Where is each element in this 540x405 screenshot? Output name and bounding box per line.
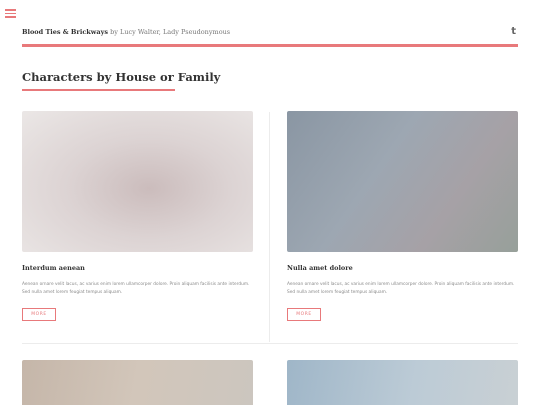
row-divider	[22, 343, 518, 344]
section-title: Characters by House or Family	[22, 70, 221, 84]
site-name[interactable]: Blood Ties & Brickways	[22, 28, 108, 36]
card-text: Aenean ornare velit lacus, ac varius eni…	[22, 282, 250, 295]
card-title[interactable]: Nulla amet dolore	[287, 264, 518, 272]
more-button[interactable]: MORE	[22, 308, 56, 321]
card-text: Aenean ornare velit lacus, ac varius eni…	[287, 282, 515, 295]
card-image[interactable]	[287, 111, 518, 252]
site-title[interactable]: Blood Ties & Brickways by Lucy Walter, L…	[22, 28, 230, 37]
card-image[interactable]	[22, 360, 253, 405]
card-image[interactable]	[287, 360, 518, 405]
more-button[interactable]: MORE	[287, 308, 321, 321]
header-divider	[22, 44, 518, 47]
card: Nulla amet dolore Aenean ornare velit la…	[287, 111, 518, 321]
card-image[interactable]	[22, 111, 253, 252]
card: Interdum aenean Aenean ornare velit lacu…	[22, 111, 253, 321]
tumblr-icon[interactable]: t	[511, 26, 516, 37]
card-title[interactable]: Interdum aenean	[22, 264, 253, 272]
section-title-underline	[22, 89, 175, 91]
column-divider	[269, 112, 270, 342]
byline: by Lucy Walter, Lady Pseudonymous	[110, 28, 231, 36]
menu-icon[interactable]	[5, 9, 16, 18]
